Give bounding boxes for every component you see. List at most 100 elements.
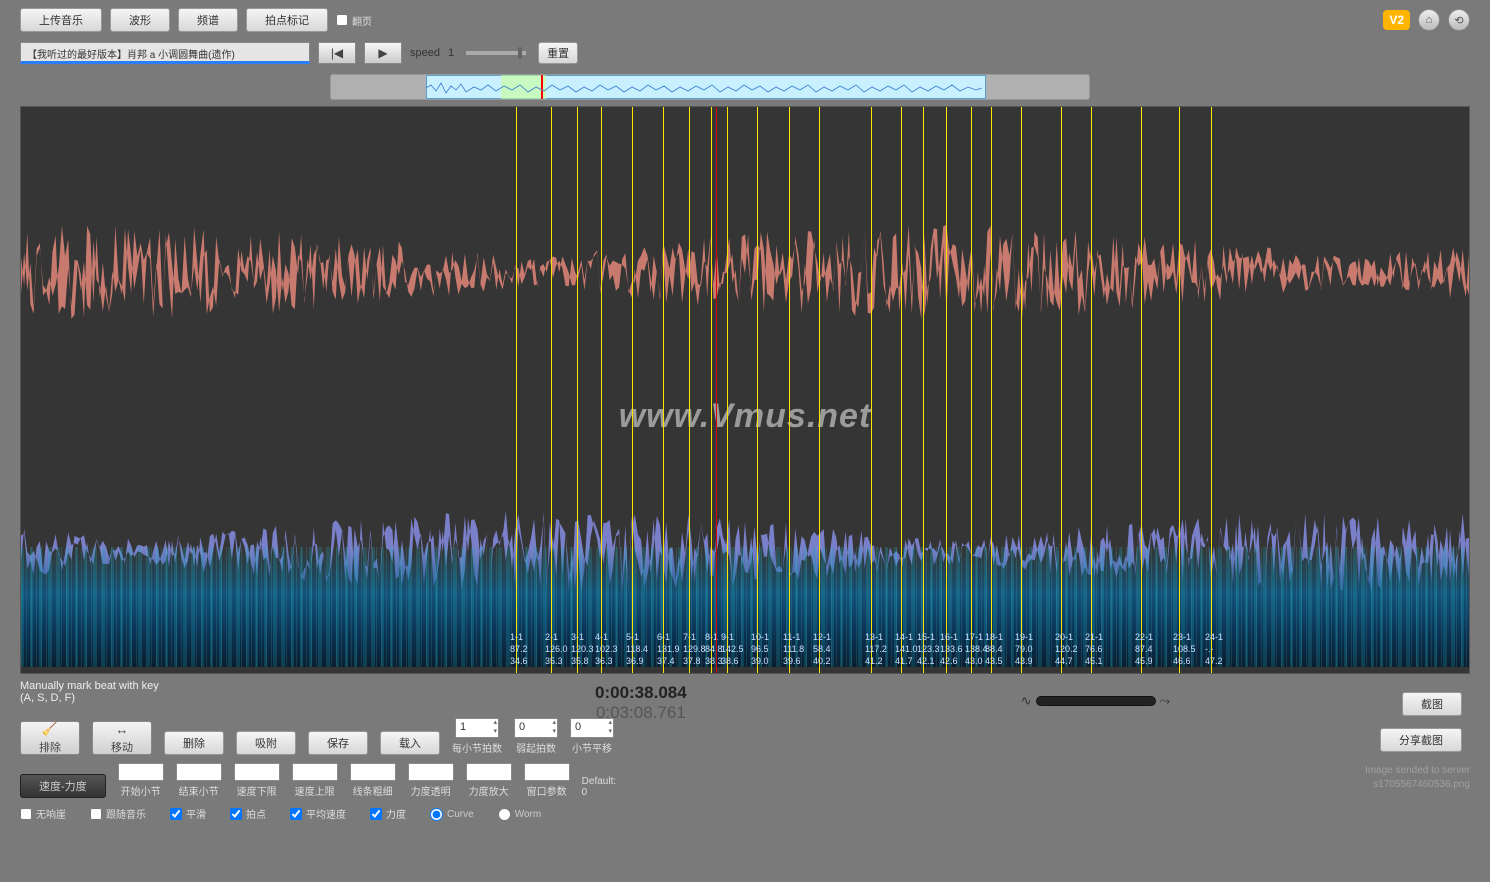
beat-marker[interactable] — [1179, 107, 1180, 673]
beat-marker[interactable] — [923, 107, 924, 673]
server-message: Image sended to server s1705567460536.pn… — [1365, 764, 1470, 792]
beat-marker[interactable] — [689, 107, 690, 673]
end-bar-label: 结束小节 — [179, 783, 219, 798]
upload-button[interactable]: 上传音乐 — [20, 8, 102, 32]
version-badge: V2 — [1383, 10, 1410, 30]
beat-marker[interactable] — [663, 107, 664, 673]
beat-marker[interactable] — [757, 107, 758, 673]
speed-slider[interactable] — [466, 51, 526, 55]
beat-marker[interactable] — [577, 107, 578, 673]
link-icon[interactable]: ⟲ — [1448, 9, 1470, 31]
screenshot-button[interactable]: 截图 — [1402, 692, 1462, 716]
overview-timeline[interactable] — [330, 74, 1090, 100]
beat-marker[interactable] — [971, 107, 972, 673]
home-icon[interactable]: ⌂ — [1418, 9, 1440, 31]
beat-label: 7-1129.837.8 — [683, 631, 706, 667]
beat-marker[interactable] — [789, 107, 790, 673]
curve-radio[interactable]: Curve — [430, 808, 474, 821]
wave-start-icon: ∿ — [1021, 693, 1032, 709]
beat-marker[interactable] — [1021, 107, 1022, 673]
snap-button[interactable]: 吸附 — [236, 731, 296, 755]
beats-per-bar-label: 每小节拍数 — [452, 740, 502, 755]
pageflip-checkbox[interactable]: 翻页 — [336, 13, 372, 28]
load-button[interactable]: 载入 — [380, 731, 440, 755]
reset-speed-button[interactable]: 重置 — [538, 42, 578, 64]
play-button[interactable]: ▶ — [364, 42, 402, 64]
bar-offset-input[interactable]: 0 — [570, 718, 614, 738]
start-bar-input[interactable] — [118, 763, 164, 781]
line-alpha-input[interactable] — [408, 763, 454, 781]
beat-label: 15-1123.342.1 — [917, 631, 940, 667]
beat-marker[interactable] — [1211, 107, 1212, 673]
pickup-beats-input[interactable]: 0 — [514, 718, 558, 738]
beat-label: 18-188.443.5 — [985, 631, 1003, 667]
beat-marker[interactable] — [1061, 107, 1062, 673]
beat-marker[interactable] — [1141, 107, 1142, 673]
waveform-button[interactable]: 波形 — [110, 8, 170, 32]
current-time: 0:00:38.084 — [595, 683, 687, 703]
beat-marker[interactable] — [991, 107, 992, 673]
clear-button[interactable]: 🧹排除 — [20, 721, 80, 755]
beat-label: 6-1131.937.4 — [657, 631, 680, 667]
wave-end-icon: ⤳ — [1160, 693, 1170, 709]
beat-checkbox[interactable]: 拍点 — [230, 806, 266, 821]
end-bar-input[interactable] — [176, 763, 222, 781]
beat-marker[interactable] — [601, 107, 602, 673]
beat-marker[interactable] — [711, 107, 712, 673]
delete-button[interactable]: 删除 — [164, 731, 224, 755]
beat-marker[interactable] — [727, 107, 728, 673]
start-bar-label: 开始小节 — [121, 783, 161, 798]
follow-checkbox[interactable]: 跟随音乐 — [90, 806, 146, 821]
main-waveform[interactable]: www.Vmus.net 1-187.234.62-1126.035.33-11… — [20, 106, 1470, 674]
beat-label: 20-1120.244.7 — [1055, 631, 1078, 667]
beat-label: 14-1141.041.7 — [895, 631, 918, 667]
save-button[interactable]: 保存 — [308, 731, 368, 755]
broom-icon: 🧹 — [42, 721, 58, 737]
hint-line2: (A, S, D, F) — [20, 692, 159, 704]
beat-label: 16-1133.642.6 — [940, 631, 963, 667]
speed-value: 1 — [448, 47, 454, 59]
playhead[interactable] — [716, 107, 717, 673]
beat-label: 10-196.539.0 — [751, 631, 769, 667]
beat-marker[interactable] — [632, 107, 633, 673]
smooth-checkbox[interactable]: 平滑 — [170, 806, 206, 821]
beat-label: 22-187.445.9 — [1135, 631, 1153, 667]
share-screenshot-button[interactable]: 分享截图 — [1380, 728, 1462, 752]
beat-label: 8-184.838.3 — [705, 631, 723, 667]
beat-label: 23-1108.546.6 — [1173, 631, 1196, 667]
tempo-hi-input[interactable] — [292, 763, 338, 781]
beat-label: 13-1117.241.2 — [865, 631, 887, 667]
line-width-label: 线条粗细 — [353, 783, 393, 798]
win-param-input[interactable] — [524, 763, 570, 781]
beat-marker[interactable] — [871, 107, 872, 673]
beat-label: 5-1118.436.9 — [626, 631, 648, 667]
line-width-input[interactable] — [350, 763, 396, 781]
beat-marker[interactable] — [516, 107, 517, 673]
scrubber[interactable]: ∿ ⤳ — [1021, 693, 1170, 709]
bar-offset-label: 小节平移 — [572, 740, 612, 755]
overview-wave-icon — [426, 77, 986, 99]
beat-label: 9-1142.538.6 — [721, 631, 744, 667]
tempo-dynamics-button[interactable]: 速度-力度 — [20, 774, 106, 798]
avg-tempo-checkbox[interactable]: 平均速度 — [290, 806, 346, 821]
skip-back-button[interactable]: |◀ — [318, 42, 356, 64]
beat-label: 12-158.440.2 — [813, 631, 831, 667]
pageflip-label: 翻页 — [352, 13, 372, 28]
dynamics-checkbox[interactable]: 力度 — [370, 806, 406, 821]
spectrum-button[interactable]: 频谱 — [178, 8, 238, 32]
beat-marker[interactable] — [946, 107, 947, 673]
noresample-checkbox[interactable]: 无响崖 — [20, 806, 66, 821]
track-title: 【我听过的最好版本】肖邦 a 小调圆舞曲(遗作) — [20, 42, 310, 64]
beat-marker[interactable] — [819, 107, 820, 673]
beat-mark-button[interactable]: 拍点标记 — [246, 8, 328, 32]
beat-marker[interactable] — [551, 107, 552, 673]
beat-marker[interactable] — [901, 107, 902, 673]
dyn-scale-input[interactable] — [466, 763, 512, 781]
beats-per-bar-input[interactable]: 1 — [455, 718, 499, 738]
beat-marker[interactable] — [1091, 107, 1092, 673]
move-icon: ↔ — [116, 722, 129, 737]
tempo-lo-input[interactable] — [234, 763, 280, 781]
tempo-lo-label: 速度下限 — [237, 783, 277, 798]
move-button[interactable]: ↔移动 — [92, 721, 152, 755]
worm-radio[interactable]: Worm — [498, 808, 541, 821]
